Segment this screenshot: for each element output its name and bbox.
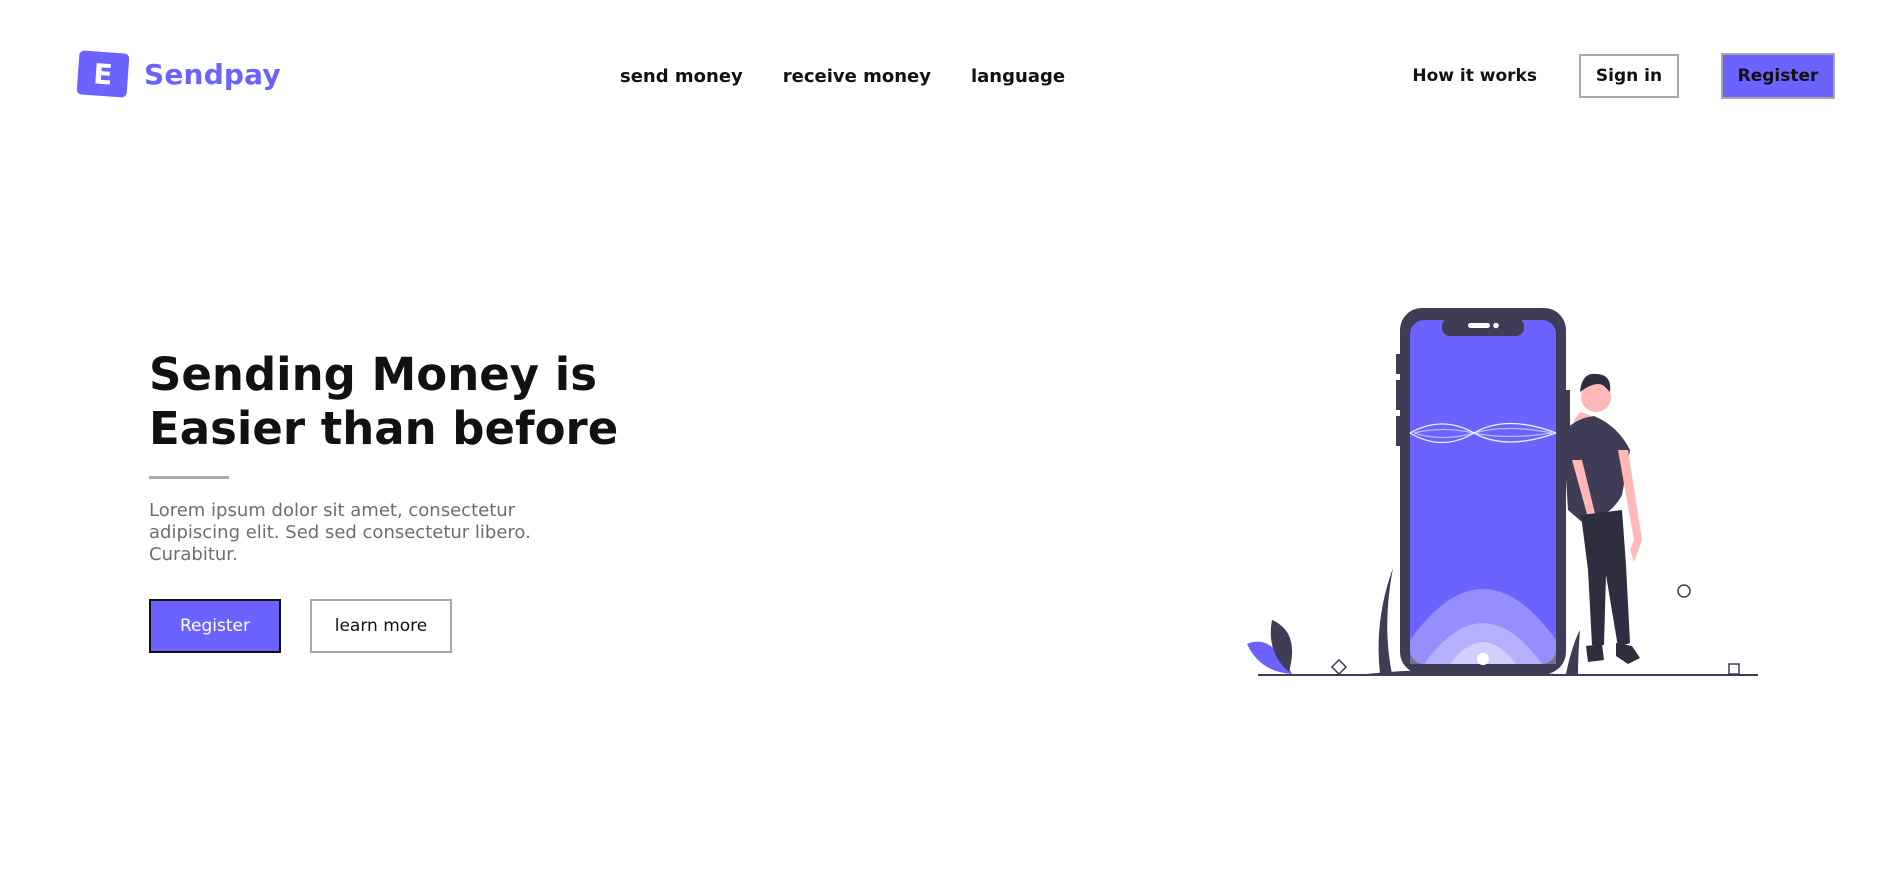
sign-in-button[interactable]: Sign in (1579, 54, 1679, 98)
main-nav: send money receive money language (620, 66, 1105, 87)
hero-actions: Register learn more (149, 599, 709, 653)
hero-title-line1: Sending Money is (149, 348, 597, 401)
home-dot (1477, 653, 1489, 665)
person-icon (1563, 373, 1642, 664)
hero-register-button[interactable]: Register (149, 599, 281, 653)
account-nav: How it works Sign in Register (1412, 53, 1835, 99)
nav-send-money[interactable]: send money (620, 66, 743, 87)
logo-icon: E (76, 50, 130, 98)
brand-name: Sendpay (144, 57, 281, 91)
logo[interactable]: E Sendpay (76, 50, 281, 98)
decor-circle (1677, 584, 1691, 598)
diamond-shape (1330, 658, 1348, 676)
nav-receive-money[interactable]: receive money (783, 66, 931, 87)
nav-language[interactable]: language (971, 66, 1065, 87)
register-button[interactable]: Register (1721, 53, 1835, 99)
hero-title: Sending Money is Easier than before (149, 348, 709, 456)
how-it-works-link[interactable]: How it works (1412, 66, 1537, 86)
grass-right-icon (1566, 630, 1580, 674)
decor-square (1728, 663, 1740, 675)
phone-person-illustration (1247, 308, 1758, 676)
title-divider (149, 476, 229, 479)
hero-description: Lorem ipsum dolor sit amet, consectetur … (149, 500, 531, 565)
hero-title-line2: Easier than before (149, 402, 619, 455)
grass-left-icon (1378, 568, 1393, 674)
learn-more-button[interactable]: learn more (310, 599, 452, 653)
hero-section: Sending Money is Easier than before Lore… (149, 348, 709, 653)
